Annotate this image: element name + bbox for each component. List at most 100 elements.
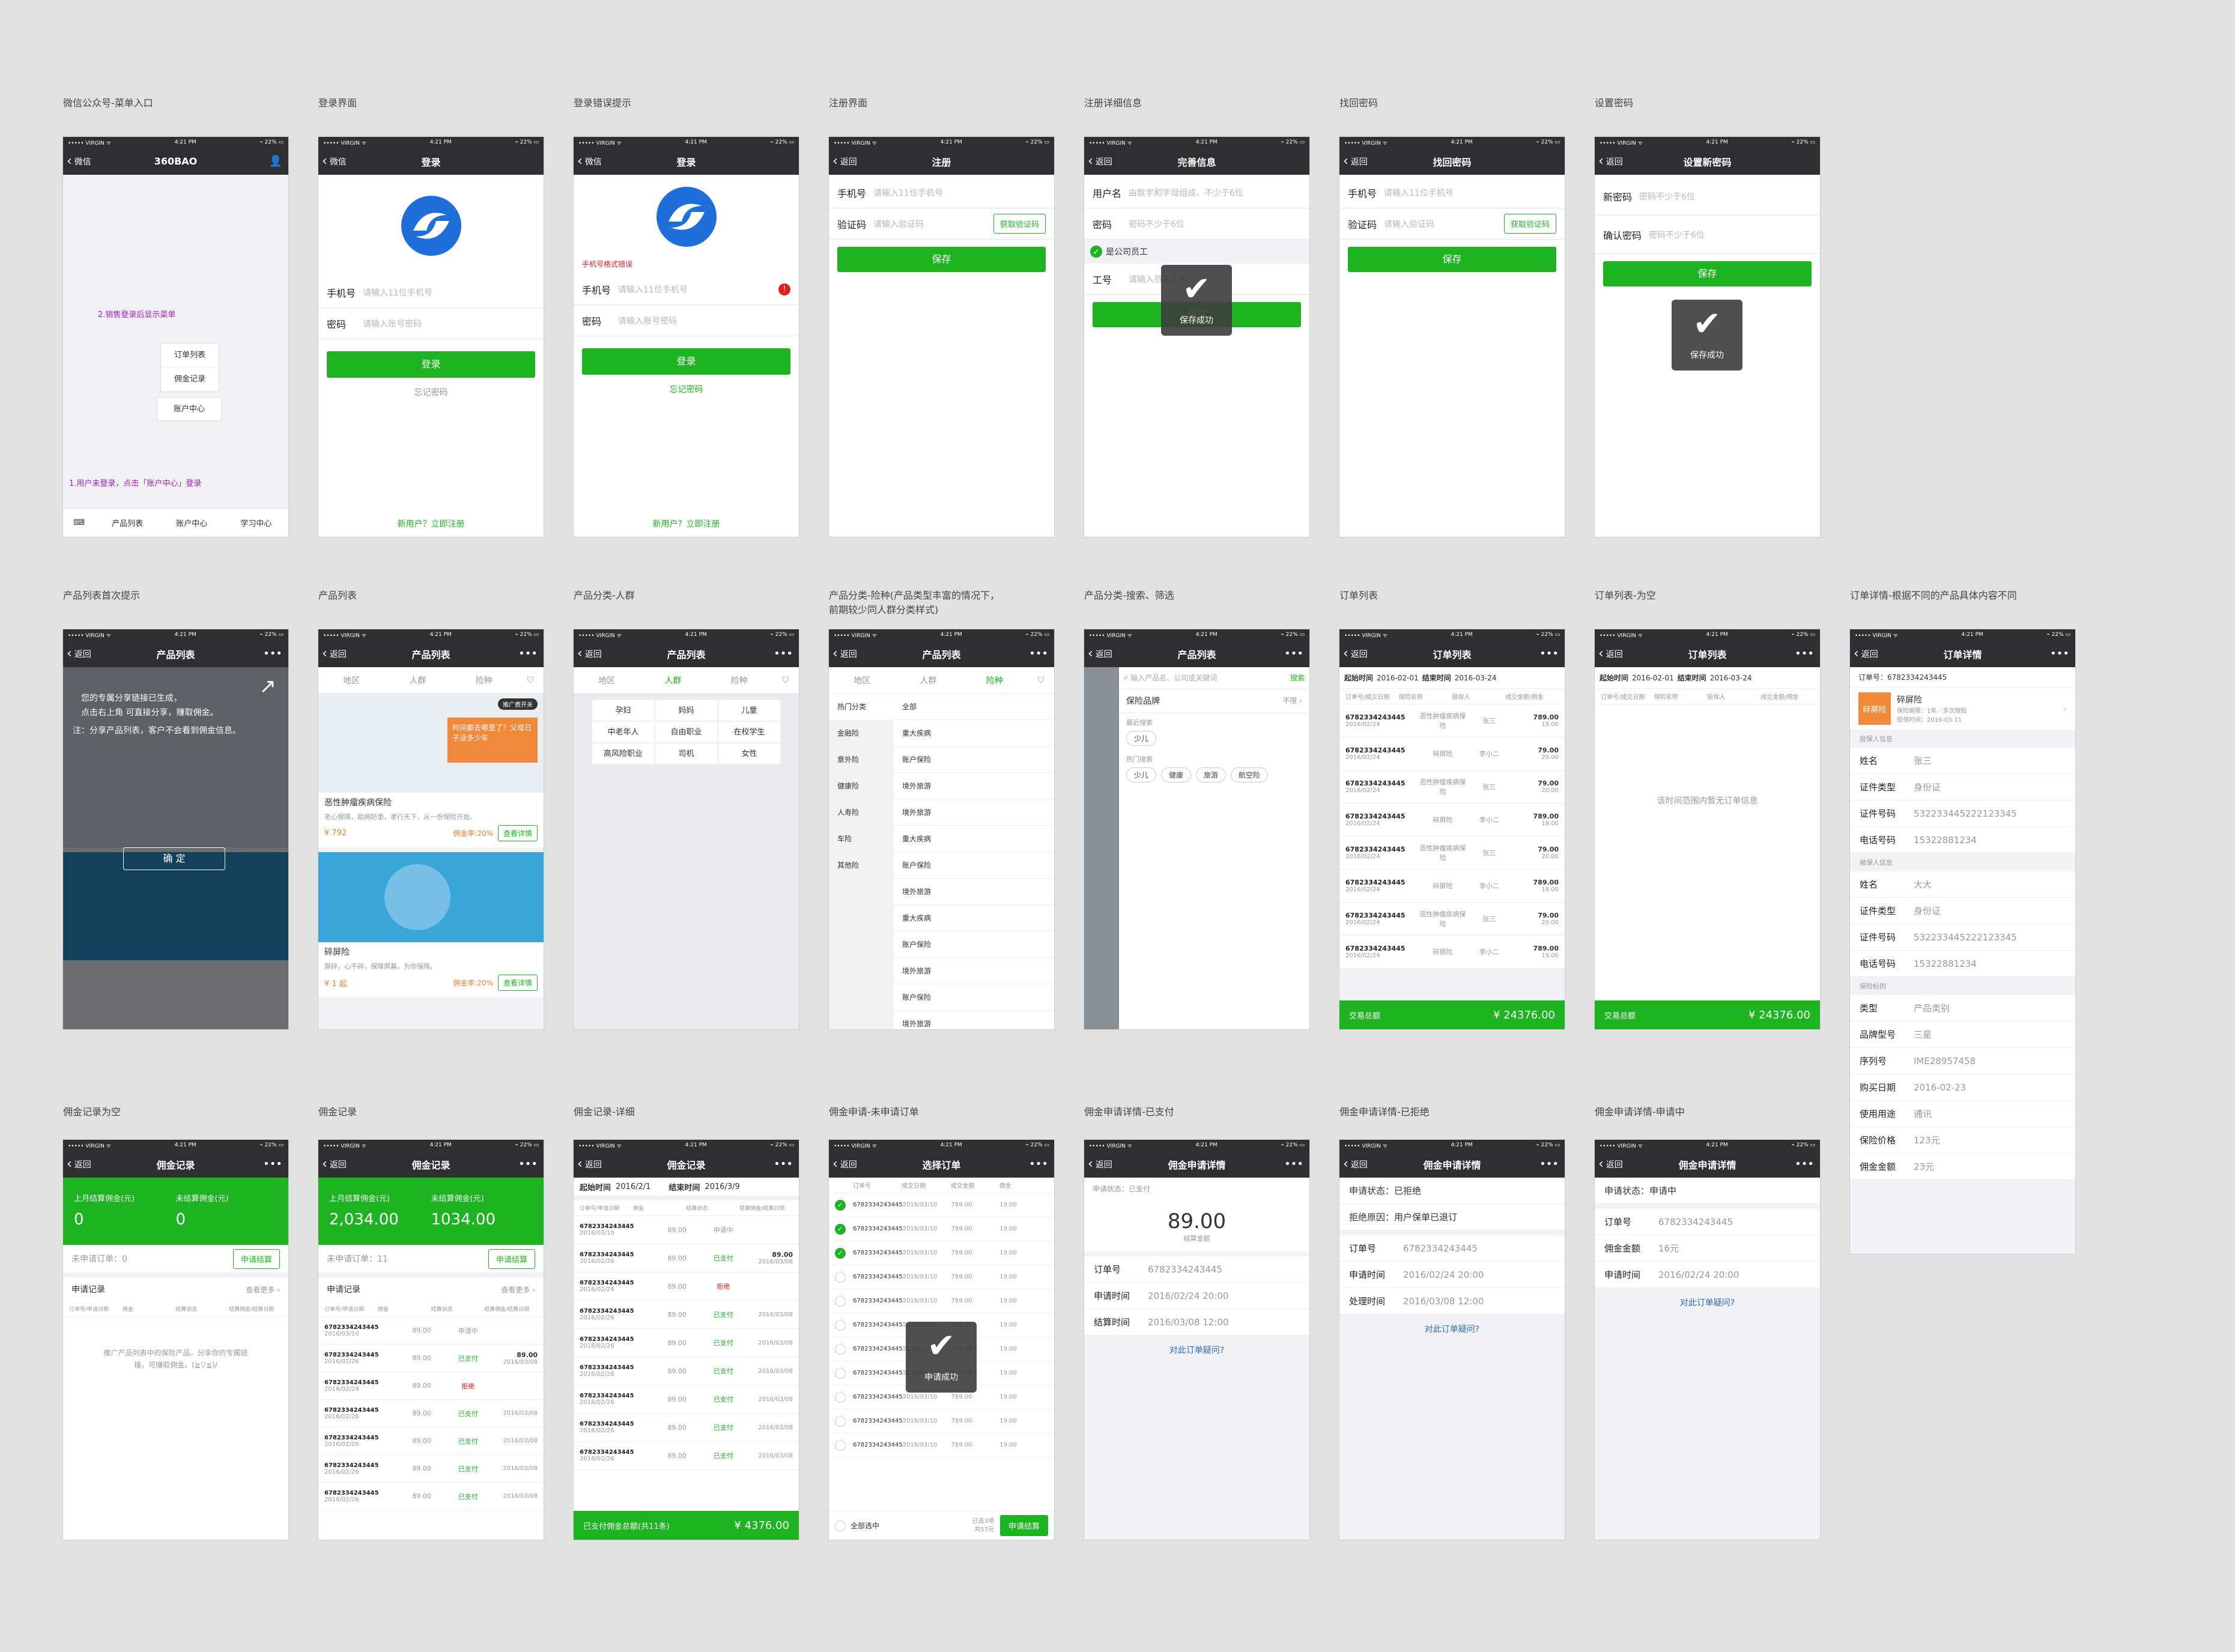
filter-region[interactable]: 地区 <box>574 674 640 686</box>
subcategory-item[interactable]: 账户保险 <box>894 852 1054 879</box>
filter-icon[interactable]: ⛉ <box>1028 676 1054 685</box>
subcategory-item[interactable]: 境外旅游 <box>894 879 1054 905</box>
subcategory-item[interactable]: 重大疾病 <box>894 826 1054 852</box>
filter-type[interactable]: 险种 <box>451 674 517 686</box>
category-item[interactable]: 车险 <box>829 826 894 852</box>
more-menu-button[interactable]: ••• <box>1284 1151 1303 1178</box>
row-checkbox[interactable] <box>835 1271 846 1283</box>
table-row[interactable]: 6782334243445 2016/02/26 89.00 已支付 89.00 2016… <box>574 1244 799 1272</box>
back-button[interactable]: ‹ 返回 <box>1598 640 1623 667</box>
back-button[interactable]: ‹ 微信 <box>322 148 347 175</box>
selectable-row[interactable]: ✓ 6782334243445 2016/03/10 789.00 19.00 <box>829 1193 1054 1217</box>
more-menu-button[interactable]: ••• <box>1029 1151 1048 1178</box>
more-menu-button[interactable]: ••• <box>1029 640 1048 667</box>
login-button[interactable]: 登录 <box>582 348 790 375</box>
table-row[interactable]: 6782334243445 2016/03/10 89.00 申请中 <box>574 1216 799 1244</box>
table-row[interactable]: 6782334243445 2016/02/26 89.00 已支付 2016/03/0… <box>318 1455 544 1483</box>
more-menu-button[interactable]: ••• <box>774 1151 793 1178</box>
confirm-password-field[interactable]: 确认密码 密码不少于6位 <box>1595 216 1820 254</box>
back-button[interactable]: ‹ 返回 <box>67 1151 91 1178</box>
staff-checkbox[interactable]: ✓ 是公司员工 <box>1084 240 1309 264</box>
crowd-option[interactable]: 妈妈 <box>655 700 718 721</box>
back-button[interactable]: ‹ 返回 <box>322 1151 347 1178</box>
table-row[interactable]: 6782334243445 2016/02/24 碎屏险 李小二 79.00 20.00 <box>1339 737 1565 770</box>
category-item[interactable]: 意外险 <box>829 746 894 773</box>
back-button[interactable]: ‹ 返回 <box>1854 640 1878 667</box>
register-link[interactable]: 新用户？立即注册 <box>318 518 544 530</box>
selectable-row[interactable]: ✓ 6782334243445 2016/03/10 789.00 19.00 <box>829 1241 1054 1265</box>
category-item[interactable]: 其他险 <box>829 852 894 879</box>
back-button[interactable]: ‹ 返回 <box>322 640 347 667</box>
keyboard-icon[interactable]: ⌨ <box>63 518 96 527</box>
more-menu-button[interactable]: ••• <box>518 1151 538 1178</box>
code-field[interactable]: 验证码 请输入验证码 获取验证码 <box>829 208 1054 240</box>
table-row[interactable]: 6782334243445 2016/02/26 89.00 已支付 2016/03/0… <box>318 1427 544 1455</box>
more-menu-button[interactable]: ••• <box>263 1151 282 1178</box>
product-card[interactable]: 碎屏险 屏碎，心不碎，保障屏幕，为你保障。 ¥ 1 起 佣金率:20% 查看详情 <box>318 852 544 997</box>
crowd-option[interactable]: 孕妇 <box>592 700 655 721</box>
menu-item-orders[interactable]: 订单列表 <box>161 343 219 368</box>
back-button[interactable]: ‹ 微信 <box>577 148 602 175</box>
more-menu-button[interactable]: ••• <box>2050 640 2069 667</box>
apply-settlement-button[interactable]: 申请结算 <box>232 1248 280 1269</box>
question-link[interactable]: 对此订单疑问? <box>1084 1344 1309 1356</box>
subcategory-item[interactable]: 账户保险 <box>894 931 1054 958</box>
apply-settlement-button[interactable]: 申请结算 <box>488 1248 535 1269</box>
category-item[interactable]: 金融险 <box>829 720 894 746</box>
table-row[interactable]: 6782334243445 2016/02/24 碎屏险 李小二 789.00 19.00 <box>1339 803 1565 837</box>
save-button[interactable]: 保存 <box>1348 247 1556 272</box>
table-row[interactable]: 6782334243445 2016/02/26 89.00 已支付 2016/03/0… <box>574 1442 799 1470</box>
back-button[interactable]: ‹ 返回 <box>832 148 857 175</box>
filter-icon[interactable]: ⛉ <box>517 676 544 685</box>
back-button[interactable]: ‹ 返回 <box>577 1151 602 1178</box>
category-item[interactable]: 健康险 <box>829 773 894 799</box>
table-row[interactable]: 6782334243445 2016/02/24 恶性肿瘤疾病保险 张三 789.00 1… <box>1339 704 1565 737</box>
confirm-button[interactable]: 确 定 <box>123 847 225 870</box>
back-button[interactable]: ‹ 返回 <box>1343 640 1368 667</box>
row-checkbox[interactable] <box>835 1295 846 1307</box>
phone-field[interactable]: 手机号 请输入11位手机号 <box>1339 177 1565 208</box>
tab-learning[interactable]: 学习中心 <box>224 517 288 528</box>
search-tag[interactable]: 少儿 <box>1126 731 1157 746</box>
table-row[interactable]: 6782334243445 2016/02/26 89.00 已支付 2016/03/0… <box>574 1357 799 1385</box>
table-row[interactable]: 6782334243445 2016/02/26 89.00 已支付 89.00 2016… <box>318 1345 544 1372</box>
back-button[interactable]: ‹ 返回 <box>1088 640 1112 667</box>
password-field[interactable]: 密码 密码不少于6位 <box>1084 208 1309 240</box>
code-field[interactable]: 验证码 请输入验证码 获取验证码 <box>1339 208 1565 240</box>
start-date[interactable]: 2016-02-01 <box>1632 674 1674 682</box>
row-checkbox[interactable]: ✓ <box>835 1247 846 1259</box>
product-summary[interactable]: 碎屏险 碎屏险 保险期限：1年／多次理赔 投保时间：2016-03-11 › <box>1850 688 2075 730</box>
phone-field[interactable]: 手机号 请输入11位手机号 <box>829 177 1054 208</box>
brand-row[interactable]: 保险品牌 不限 › <box>1119 689 1309 713</box>
crowd-option[interactable]: 中老年人 <box>592 721 655 743</box>
new-password-field[interactable]: 新密码 密码不少于6位 <box>1595 177 1820 216</box>
password-field[interactable]: 密码 请输入账号密码 <box>318 308 544 339</box>
back-button[interactable]: ‹ 微信 <box>67 148 91 175</box>
filter-region[interactable]: 地区 <box>829 674 895 686</box>
back-button[interactable]: ‹ 返回 <box>1598 1151 1623 1178</box>
account-menu-button[interactable]: 账户中心 <box>157 397 222 421</box>
selectable-row[interactable]: 67823342434452016/03/10 789.00 19.00 <box>829 1409 1054 1433</box>
filter-crowd[interactable]: 人群 <box>640 674 706 686</box>
category-item[interactable]: 热门分类 <box>829 694 894 720</box>
question-link[interactable]: 对此订单疑问? <box>1339 1323 1565 1335</box>
view-more-link[interactable]: 查看更多 › <box>246 1284 280 1295</box>
promo-toggle-badge[interactable]: 推广费开关 <box>498 698 538 710</box>
selectable-row[interactable]: 67823342434452016/03/10 789.00 19.00 <box>829 1265 1054 1289</box>
end-date[interactable]: 2016/3/9 <box>705 1182 739 1191</box>
filter-icon[interactable]: ⛉ <box>772 676 799 685</box>
register-link[interactable]: 新用户？立即注册 <box>574 518 799 530</box>
row-checkbox[interactable] <box>835 1367 846 1379</box>
start-date[interactable]: 2016-02-01 <box>1377 674 1419 682</box>
more-menu-button[interactable]: ••• <box>774 640 793 667</box>
table-row[interactable]: 6782334243445 2016/03/10 89.00 申请中 <box>318 1317 544 1345</box>
back-button[interactable]: ‹ 返回 <box>1598 148 1623 175</box>
question-link[interactable]: 对此订单疑问? <box>1595 1296 1820 1309</box>
subcategory-item[interactable]: 重大疾病 <box>894 720 1054 746</box>
subcategory-item[interactable]: 境外旅游 <box>894 958 1054 984</box>
search-tag[interactable]: 旅游 <box>1196 767 1227 782</box>
subcategory-item[interactable]: 境外旅游 <box>894 773 1054 799</box>
username-field[interactable]: 用户名 由数字和字母组成，不少于6位 <box>1084 177 1309 208</box>
save-button[interactable]: 保存 <box>837 247 1046 272</box>
table-row[interactable]: 6782334243445 2016/02/26 89.00 已支付 2016/03/0… <box>318 1483 544 1510</box>
